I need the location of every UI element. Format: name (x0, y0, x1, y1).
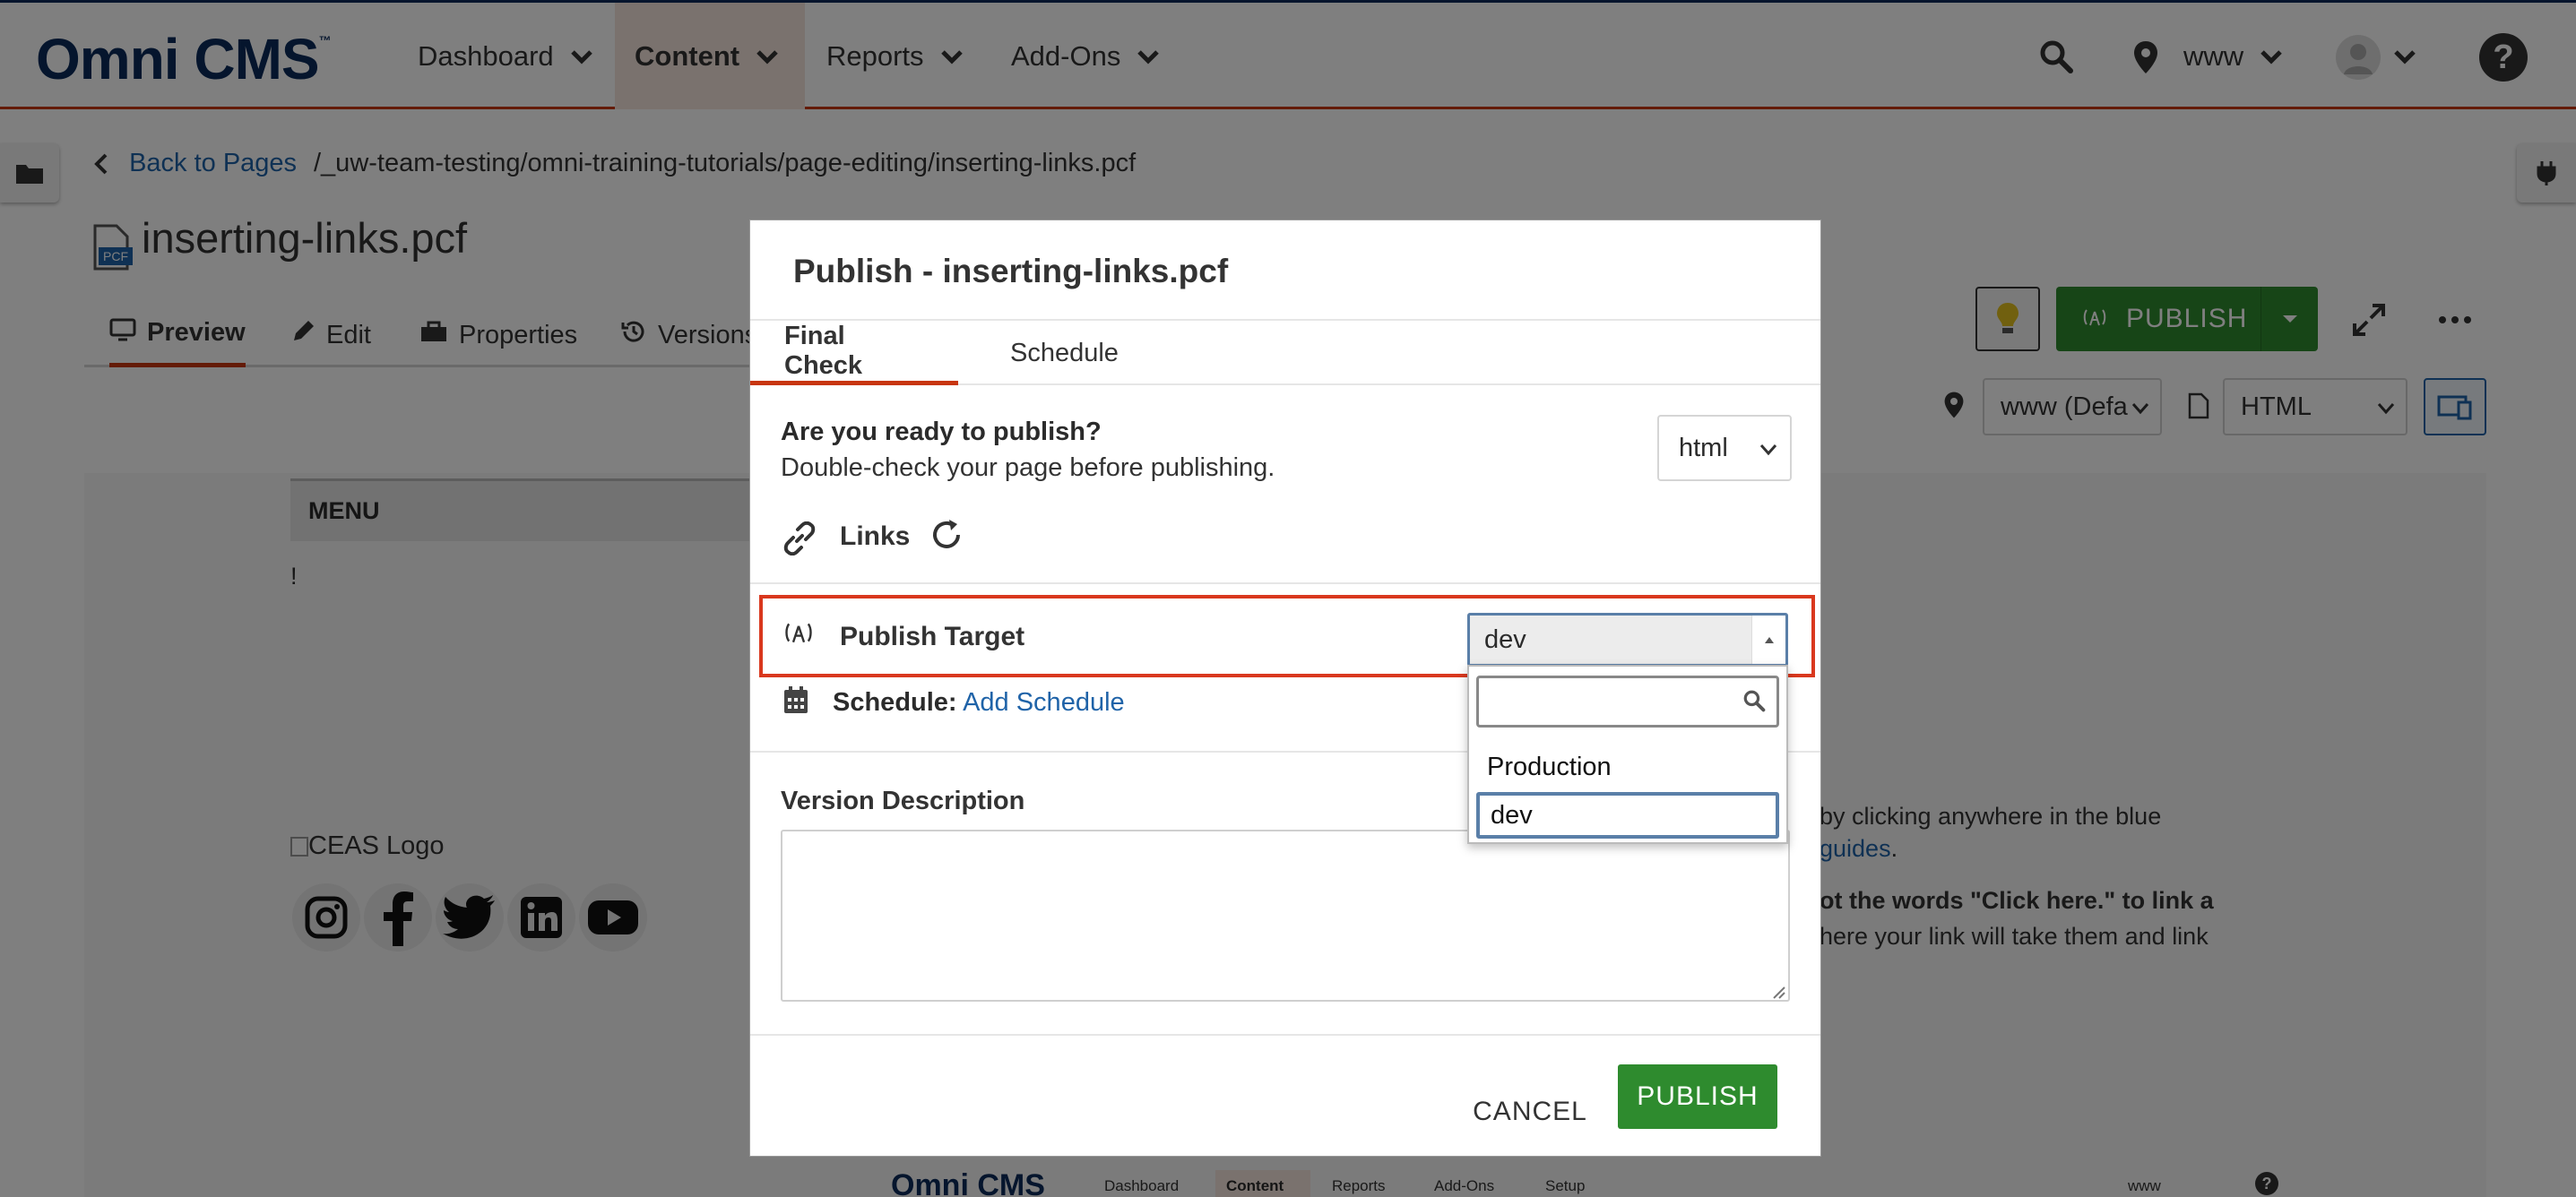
dropdown-search-input[interactable] (1476, 676, 1779, 728)
resize-handle-icon[interactable] (1770, 984, 1786, 1004)
link-icon (782, 521, 817, 560)
schedule-row: Schedule: Add Schedule (833, 688, 1125, 718)
schedule-label: Schedule: (833, 688, 957, 717)
links-label: Links (840, 521, 911, 551)
publish-target-label: Publish Target (840, 622, 1025, 651)
cancel-button[interactable]: CANCEL (1464, 1079, 1596, 1145)
calendar-icon (782, 685, 809, 719)
divider (750, 582, 1820, 584)
dialog-publish-button[interactable]: PUBLISH (1618, 1064, 1777, 1129)
publish-dialog: Publish - inserting-links.pcf Final Chec… (749, 220, 1821, 1157)
ready-question: Are you ready to publish? (781, 418, 1102, 446)
option-dev[interactable]: dev (1476, 792, 1779, 839)
format-select[interactable]: html (1657, 415, 1792, 481)
chevron-down-icon (1759, 434, 1777, 463)
broadcast-icon (782, 619, 815, 650)
page-background: Omni CMS™ Dashboard Content Reports Add-… (0, 0, 2576, 1197)
option-production[interactable]: Production (1476, 744, 1779, 790)
search-icon (1742, 689, 1766, 717)
version-description-input[interactable] (781, 830, 1790, 1002)
publish-target-select[interactable]: dev (1467, 613, 1788, 667)
footer-divider (750, 1034, 1820, 1036)
refresh-icon[interactable] (929, 518, 964, 556)
dialog-tabs: Final Check Schedule (750, 319, 1820, 385)
dialog-title: Publish - inserting-links.pcf (793, 253, 1229, 289)
tab-schedule[interactable]: Schedule (1010, 321, 1119, 385)
publish-target-dropdown: Production dev (1467, 665, 1788, 844)
version-description-label: Version Description (781, 787, 1025, 815)
caret-up-icon (1751, 616, 1785, 664)
ready-subtext: Double-check your page before publishing… (781, 453, 1275, 482)
tab-final-check[interactable]: Final Check (750, 321, 958, 385)
add-schedule-link[interactable]: Add Schedule (963, 688, 1125, 717)
